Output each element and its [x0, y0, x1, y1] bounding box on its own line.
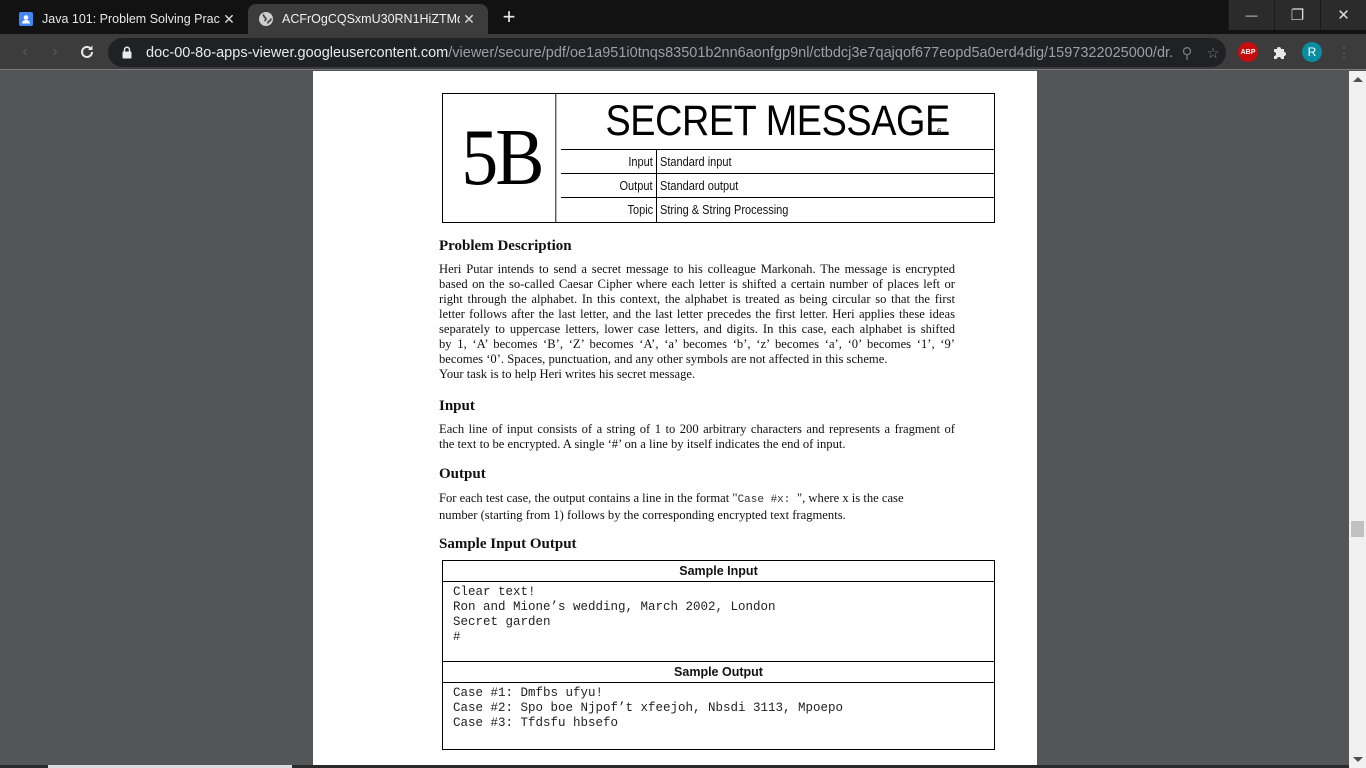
sample-output-box: Sample Output Case #1: Dmfbs ufyu! Case #… — [442, 661, 995, 750]
text-line: separately to uppercase letters, lower c… — [439, 322, 955, 336]
problem-title: SECRET MESSAGE — [605, 97, 950, 145]
text-line: the text to be encrypted. A single ‘#’ o… — [439, 437, 846, 451]
menu-kebab-icon[interactable]: ⋮ — [1334, 42, 1354, 62]
meta-value: String & String Processing — [660, 203, 789, 217]
meta-row-topic: Topic String & String Processing — [561, 198, 994, 222]
code-line: Clear text! — [453, 585, 536, 599]
arrow-right-icon: › — [52, 43, 58, 60]
forward-button[interactable]: › — [44, 41, 66, 63]
new-tab-button[interactable]: + — [498, 6, 520, 28]
meta-row-input: Input Standard input — [561, 150, 994, 174]
meta-key: Topic — [627, 203, 653, 217]
tab-pdf-viewer[interactable]: ACFrOgCQSxmU30RN1HiZTMqI7 ✕ — [248, 4, 488, 34]
code-line: # — [453, 630, 461, 644]
back-button[interactable]: ‹ — [14, 41, 36, 63]
code-line: Case #2: Spo boe Njpof’t xfeejoh, Nbsdi … — [453, 701, 844, 715]
text-line: Your task is to help Heri writes his sec… — [439, 367, 696, 381]
text-line: right through the alphabet. In this cont… — [439, 292, 955, 306]
text-line: For each test case, the output contains … — [439, 491, 927, 508]
reload-icon — [81, 45, 93, 58]
code-line: Case #3: Tfdsfu hbsefo — [453, 716, 619, 730]
restore-icon: ❐ — [1290, 7, 1305, 24]
scroll-down-arrow-icon[interactable] — [1353, 757, 1363, 762]
sample-input-label: Sample Input — [443, 561, 994, 582]
output-description-text: For each test case, the output contains … — [439, 491, 955, 523]
minimize-icon: — — [1245, 8, 1258, 22]
close-window-button[interactable]: ✕ — [1320, 0, 1366, 30]
tab-title: Java 101: Problem Solving Practic — [42, 12, 220, 26]
inline-code: Case #x: — [737, 494, 797, 506]
tab-close-icon[interactable]: ✕ — [220, 11, 238, 28]
heading-sample-io: Sample Input Output — [439, 536, 577, 552]
text-line: by 1, ‘A’ becomes ‘B’, ‘Z’ becomes ‘A’, … — [439, 337, 955, 351]
bookmark-star-icon[interactable]: ☆ — [1200, 44, 1226, 62]
url-text[interactable]: doc-00-8o-apps-viewer.googleusercontent.… — [146, 45, 1174, 61]
sample-input-box: Sample Input Clear text! Ron and Mione’s … — [442, 560, 995, 662]
vertical-scrollbar[interactable] — [1349, 71, 1366, 768]
problem-title-cell: SECRET MESSAGE 6 — [561, 94, 994, 150]
adblock-plus-icon[interactable]: ABP — [1238, 42, 1258, 62]
close-icon: ✕ — [1337, 7, 1350, 24]
restore-button[interactable]: ❐ — [1274, 0, 1320, 30]
meta-value: Standard input — [660, 155, 732, 169]
code-line: Secret garden — [453, 615, 551, 629]
text-line: based on the so-called Caesar Cipher whe… — [439, 277, 955, 291]
zoom-icon[interactable]: ⚲ — [1174, 44, 1200, 62]
code-line: Case #1: Dmfbs ufyu! — [453, 686, 604, 700]
text-line: letter follows after the last letter, an… — [439, 307, 955, 321]
problem-code: 5B — [448, 94, 557, 222]
tab-java-101[interactable]: Java 101: Problem Solving Practic ✕ — [8, 4, 248, 34]
problem-description-text: Heri Putar intends to send a secret mess… — [439, 262, 955, 382]
profile-avatar[interactable]: R — [1302, 42, 1322, 62]
footnote-marker: 6 — [937, 127, 942, 136]
reload-button[interactable] — [76, 41, 98, 63]
sample-output-label: Sample Output — [443, 662, 994, 683]
text-line: Each line of input consists of a string … — [439, 422, 955, 436]
url-host: doc-00-8o-apps-viewer.googleusercontent.… — [146, 44, 449, 61]
meta-row-output: Output Standard output — [561, 174, 994, 198]
sample-output-content: Case #1: Dmfbs ufyu! Case #2: Spo boe Njp… — [443, 683, 994, 731]
extensions-puzzle-icon[interactable] — [1270, 42, 1290, 62]
tab-close-icon[interactable]: ✕ — [460, 11, 478, 28]
scrollbar-thumb[interactable] — [1351, 521, 1364, 537]
sample-input-content: Clear text! Ron and Mione’s wedding, Marc… — [443, 582, 994, 645]
pdf-viewer: 5B SECRET MESSAGE 6 Input Standard input… — [0, 71, 1349, 768]
text-line: Heri Putar intends to send a secret mess… — [439, 262, 955, 276]
text-line: number (starting from 1) follows by the … — [439, 508, 846, 522]
heading-problem-description: Problem Description — [439, 238, 572, 254]
minimize-button[interactable]: — — [1228, 0, 1274, 30]
code-line: Ron and Mione’s wedding, March 2002, Lon… — [453, 600, 776, 614]
browser-toolbar: ‹ › doc-00-8o-apps-viewer.googleusercont… — [0, 34, 1366, 70]
scroll-up-arrow-icon[interactable] — [1353, 77, 1363, 82]
problem-header-table: 5B SECRET MESSAGE 6 Input Standard input… — [442, 93, 995, 223]
input-description-text: Each line of input consists of a string … — [439, 422, 955, 452]
url-path: /viewer/secure/pdf/oe1a951i0tnqs83501b2n… — [448, 44, 1174, 61]
text-fragment: ", where x is the case — [796, 491, 904, 505]
meta-key: Input — [628, 155, 653, 169]
pdf-page: 5B SECRET MESSAGE 6 Input Standard input… — [313, 71, 1037, 765]
text-line: becomes ‘0’. Spaces, punctuation, and an… — [439, 352, 888, 366]
tab-strip: Java 101: Problem Solving Practic ✕ ACFr… — [0, 0, 1366, 34]
address-bar[interactable]: doc-00-8o-apps-viewer.googleusercontent.… — [108, 38, 1226, 67]
globe-icon — [258, 11, 274, 27]
meta-key: Output — [619, 179, 653, 193]
text-fragment: For each test case, the output contains … — [439, 491, 738, 505]
meta-value: Standard output — [660, 179, 739, 193]
tab-title: ACFrOgCQSxmU30RN1HiZTMqI7 — [282, 12, 460, 26]
arrow-left-icon: ‹ — [22, 43, 28, 60]
heading-input: Input — [439, 398, 475, 414]
lock-icon — [120, 46, 134, 60]
google-classroom-icon — [18, 11, 34, 27]
heading-output: Output — [439, 466, 486, 482]
